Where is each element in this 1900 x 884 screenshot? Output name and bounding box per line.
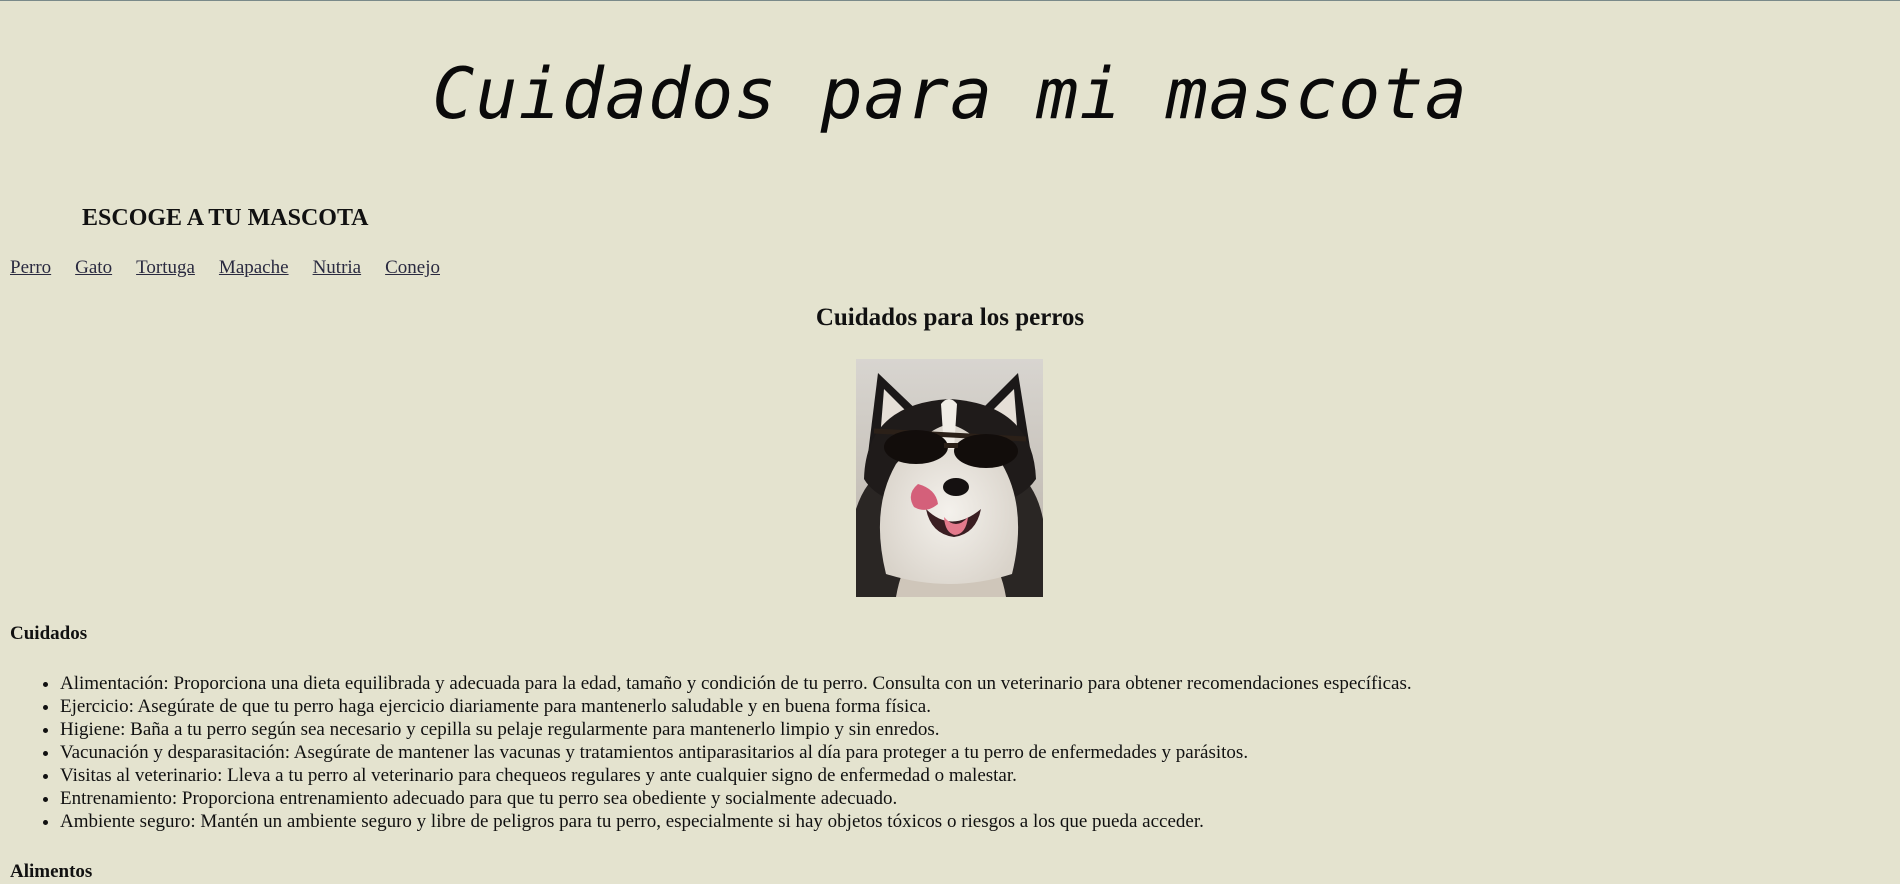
pet-link-mapache[interactable]: Mapache [219,257,289,279]
pet-link-nutria[interactable]: Nutria [313,257,362,279]
list-item: Ejercicio: Asegúrate de que tu perro hag… [60,695,1412,718]
pet-nav: Perro Gato Tortuga Mapache Nutria Conejo [10,257,440,279]
choose-pet-heading: ESCOGE A TU MASCOTA [82,205,369,231]
pet-link-perro[interactable]: Perro [10,257,51,279]
list-item: Higiene: Baña a tu perro según sea neces… [60,718,1412,741]
list-item: Ambiente seguro: Mantén un ambiente segu… [60,810,1412,833]
pet-link-tortuga[interactable]: Tortuga [136,257,195,279]
pet-link-gato[interactable]: Gato [75,257,112,279]
list-item: Entrenamiento: Proporciona entrenamiento… [60,787,1412,810]
pet-link-conejo[interactable]: Conejo [385,257,440,279]
page-title: Cuidados para mi mascota [432,53,1468,135]
food-heading: Alimentos [10,861,93,882]
section-title: Cuidados para los perros [815,304,1085,331]
list-item: Alimentación: Proporciona una dieta equi… [60,672,1412,695]
care-list: Alimentación: Proporciona una dieta equi… [0,672,1412,833]
list-item: Vacunación y desparasitación: Asegúrate … [60,741,1412,764]
dog-photo [856,359,1043,597]
list-item: Visitas al veterinario: Lleva a tu perro… [60,764,1412,787]
care-heading: Cuidados [10,623,88,644]
